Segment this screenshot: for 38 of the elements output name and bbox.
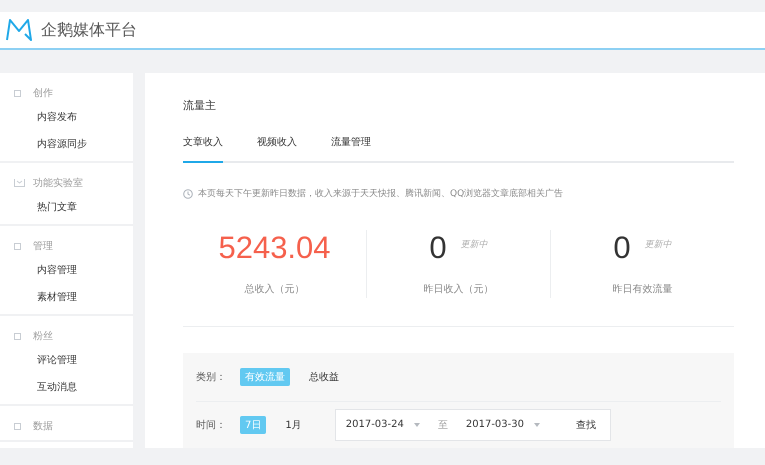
- square-icon: [14, 332, 21, 340]
- sidebar-item[interactable]: 互动消息: [0, 374, 133, 401]
- stat-label: 总收入（元）: [244, 282, 304, 296]
- stat-status: 更新中: [460, 238, 488, 251]
- notice-text: 本页每天下午更新昨日数据，收入来源于天天快报、腾讯新闻、QQ浏览器文章底部相关广告: [198, 188, 564, 200]
- caret-icon: [414, 422, 420, 426]
- tab[interactable]: 文章收入: [183, 133, 223, 163]
- page-title: 流量主: [183, 98, 217, 113]
- sidebar-item[interactable]: 热门文章: [0, 194, 133, 221]
- brand-name: 企鹅媒体平台: [41, 20, 137, 40]
- square-icon: [14, 242, 21, 250]
- square-icon: [14, 90, 21, 96]
- square-icon: [14, 422, 21, 430]
- sidebar-item[interactable]: 素材管理: [0, 284, 133, 311]
- filter-option[interactable]: 1月: [280, 416, 307, 434]
- sidebar-item[interactable]: 内容发布: [0, 104, 133, 131]
- search-button[interactable]: 查找: [572, 418, 600, 432]
- filter-option[interactable]: 总收益: [304, 368, 344, 386]
- clock-icon: [183, 188, 193, 198]
- tab[interactable]: 流量管理: [331, 133, 371, 163]
- range-separator: 至: [438, 418, 448, 432]
- start-date-field[interactable]: 2017-03-24: [346, 419, 420, 430]
- logo-icon: [5, 19, 33, 41]
- stat-status: 更新中: [644, 238, 672, 251]
- caret-icon: [534, 422, 540, 426]
- stat-value: 0: [429, 230, 447, 266]
- sidebar-item[interactable]: 内容管理: [0, 257, 133, 284]
- sidebar-item[interactable]: 评论管理: [0, 347, 133, 374]
- stat-label: 昨日收入（元）: [424, 282, 494, 296]
- tray-icon: [14, 179, 25, 187]
- stat-value: 5243.04: [218, 230, 331, 266]
- stat-label: 昨日有效流量: [612, 282, 672, 296]
- end-date-field[interactable]: 2017-03-30: [466, 419, 540, 430]
- filter-label: 类别：: [196, 370, 226, 384]
- filter-label: 时间：: [196, 418, 226, 432]
- tab[interactable]: 视频收入: [257, 133, 297, 163]
- sidebar-item[interactable]: 内容源同步: [0, 131, 133, 158]
- stat-value: 0: [613, 230, 631, 266]
